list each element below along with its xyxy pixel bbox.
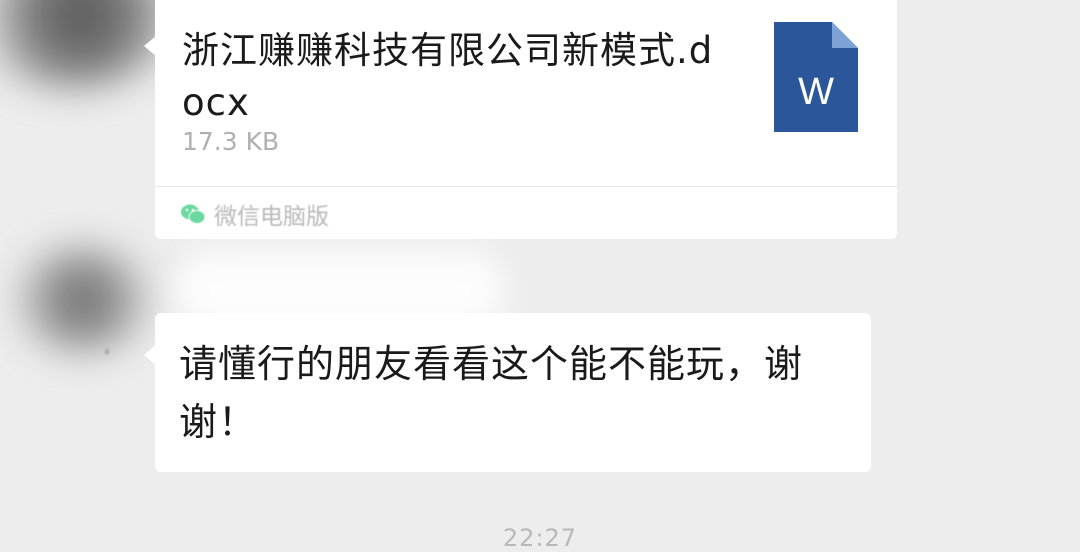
source-label: 微信电脑版 — [214, 204, 329, 230]
text-message-bubble[interactable]: 请懂行的朋友看看这个能不能玩，谢谢！ — [144, 313, 871, 472]
file-size: 17.3 KB — [182, 127, 280, 156]
message-text: 请懂行的朋友看看这个能不能玩，谢谢！ — [179, 342, 804, 444]
bubble-tail — [144, 36, 156, 56]
word-icon-letter: W — [798, 71, 834, 113]
edge-mark: ❛ — [104, 345, 110, 366]
source-row: 微信电脑版 — [180, 194, 329, 234]
file-message-bubble[interactable]: 浙江赚赚科技有限公司新模式.docx 17.3 KB W 微信电脑版 — [144, 0, 897, 239]
word-document-icon: W — [774, 22, 858, 132]
sender-avatar[interactable] — [8, 245, 158, 355]
divider — [155, 186, 897, 187]
bubble-tail — [144, 345, 156, 365]
file-name: 浙江赚赚科技有限公司新模式.docx — [182, 29, 714, 124]
wechat-icon — [181, 204, 206, 224]
message-timestamp: 22:27 — [502, 524, 578, 552]
